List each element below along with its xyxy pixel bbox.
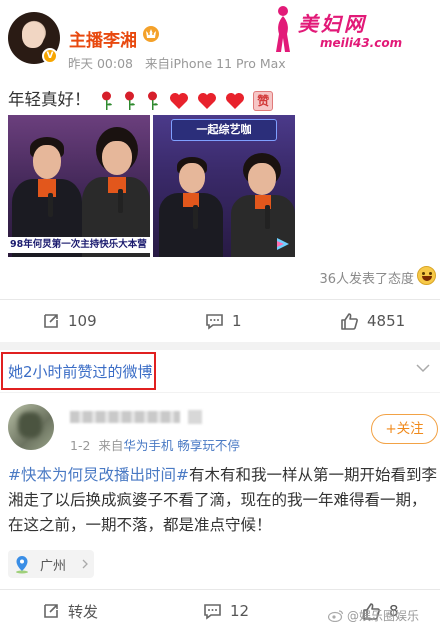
post-meta: 1-2 来自华为手机 畅享玩不停 bbox=[70, 435, 240, 454]
comment-count: 12 bbox=[230, 602, 250, 620]
heart-icon bbox=[169, 92, 188, 109]
verified-badge-icon: V bbox=[42, 48, 58, 64]
rose-icon bbox=[148, 91, 159, 110]
like-button[interactable]: 4851 bbox=[340, 301, 405, 341]
post-body: #快本为何炅改播出时间#有木有和我一样从第一期开始看到李湘走了以后换成疯婆子不看… bbox=[8, 463, 438, 538]
repost-icon bbox=[44, 604, 58, 618]
post-card: V 主播李湘 昨天 00:08 来自iPhone 11 Pro Max 美妇网 … bbox=[0, 0, 440, 342]
post-image[interactable]: 一起综艺咖 bbox=[153, 115, 295, 257]
image-caption: 98年何炅第一次主持快乐大本营 bbox=[8, 237, 150, 253]
post-card: 1-2 来自华为手机 畅享玩不停 +关注 #快本为何炅改播出时间#有木有和我一样… bbox=[0, 393, 440, 632]
rose-icon bbox=[125, 91, 135, 110]
weibo-watermark: @娱乐圈娱乐 bbox=[328, 607, 419, 624]
watermark-title: 美妇网 bbox=[298, 12, 367, 36]
repost-button[interactable]: 转发 bbox=[42, 591, 98, 631]
post-time: 1-2 bbox=[70, 438, 91, 453]
follow-button[interactable]: +关注 bbox=[371, 414, 438, 444]
post-time: 昨天 00:08 bbox=[68, 56, 133, 71]
repost-label: 转发 bbox=[68, 602, 99, 621]
comment-icon bbox=[206, 313, 223, 330]
like-count: 4851 bbox=[367, 312, 406, 330]
post-meta: 昨天 00:08 来自iPhone 11 Pro Max bbox=[68, 53, 294, 72]
post-source-prefix: 来自 bbox=[98, 438, 124, 453]
divider bbox=[0, 589, 440, 590]
site-watermark-text: @娱乐圈娱乐 bbox=[347, 609, 420, 623]
laugh-emoji-icon bbox=[417, 266, 436, 285]
video-logo-icon bbox=[277, 238, 289, 250]
comment-count: 1 bbox=[232, 312, 242, 330]
divider bbox=[0, 299, 440, 300]
location-label: 广州 bbox=[40, 558, 67, 574]
post-text: 年轻真好！ bbox=[8, 90, 91, 109]
repost-button[interactable]: 109 bbox=[42, 301, 97, 341]
watermark-figure-icon bbox=[276, 6, 290, 52]
post-body: 年轻真好！ 赞 bbox=[8, 86, 274, 111]
hashtag-link[interactable]: #快本为何炅改播出时间# bbox=[8, 466, 189, 484]
username[interactable]: 主播李湘 bbox=[69, 26, 137, 51]
blurred-username[interactable] bbox=[70, 411, 180, 423]
heart-icon bbox=[226, 92, 244, 109]
heart-icon bbox=[197, 92, 216, 109]
vip-badge-icon bbox=[143, 26, 159, 42]
liked-section-title[interactable]: 她2小时前赞过的微博 bbox=[8, 361, 153, 382]
rose-icon bbox=[101, 91, 112, 110]
chevron-down-icon[interactable] bbox=[416, 364, 430, 373]
image-banner: 一起综艺咖 bbox=[171, 119, 277, 141]
like-icon bbox=[341, 313, 358, 330]
weibo-logo-icon bbox=[328, 610, 344, 622]
post-source: 来自iPhone 11 Pro Max bbox=[144, 56, 286, 71]
location-chip[interactable]: 广州 bbox=[8, 550, 94, 578]
watermark-url: meili43.com bbox=[320, 36, 403, 50]
comment-button[interactable]: 12 bbox=[203, 591, 249, 631]
comment-button[interactable]: 1 bbox=[205, 301, 242, 341]
zan-icon: 赞 bbox=[253, 90, 274, 111]
action-bar: 109 1 4851 bbox=[0, 301, 440, 341]
chevron-right-icon bbox=[82, 559, 88, 569]
blurred-badge bbox=[188, 410, 202, 424]
post-image[interactable]: 98年何炅第一次主持快乐大本营 bbox=[8, 115, 150, 257]
liked-section-header: 她2小时前赞过的微博 bbox=[0, 350, 440, 392]
reactions-summary[interactable]: 36人发表了态度 bbox=[319, 268, 414, 287]
avatar[interactable] bbox=[8, 404, 54, 450]
site-watermark: 美妇网 meili43.com bbox=[270, 4, 440, 58]
repost-icon bbox=[44, 314, 58, 328]
location-icon bbox=[16, 556, 28, 574]
post-source-client[interactable]: 华为手机 畅享玩不停 bbox=[123, 438, 239, 453]
repost-count: 109 bbox=[68, 312, 97, 330]
comment-icon bbox=[204, 603, 221, 620]
